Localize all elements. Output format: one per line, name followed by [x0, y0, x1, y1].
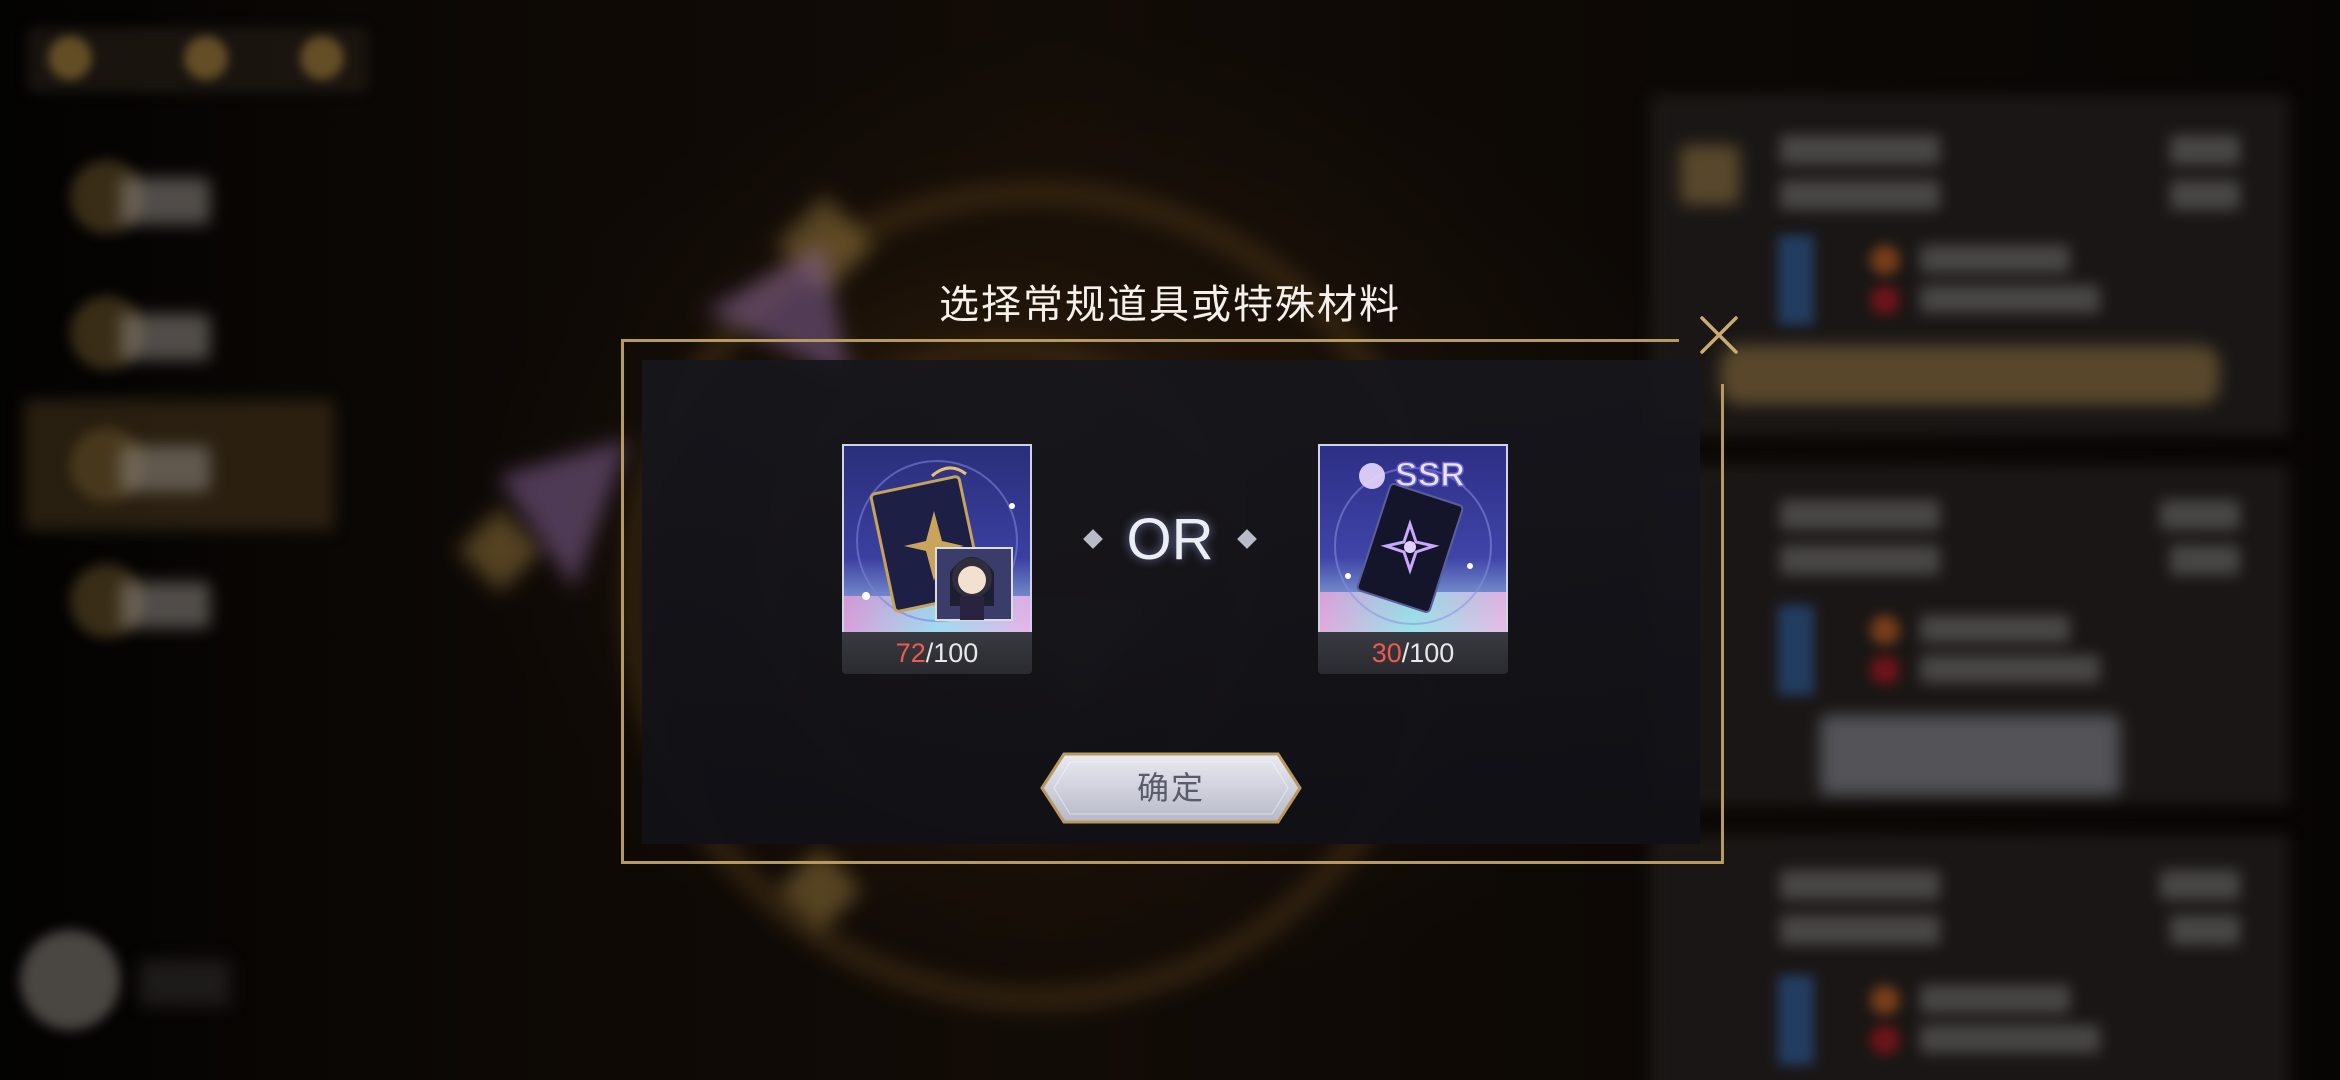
regular-item-card[interactable]: 72/100 — [842, 444, 1032, 676]
special-material-card[interactable]: SSR 30/100 — [1318, 444, 1508, 676]
ssr-badge-text: SSR — [1395, 456, 1465, 494]
dialog-frame-bottom — [621, 861, 1724, 864]
or-separator: OR — [1080, 506, 1260, 572]
regular-item-count: 72/100 — [842, 632, 1032, 674]
close-button[interactable] — [1696, 312, 1742, 358]
regular-item-image — [842, 444, 1032, 634]
confirm-label: 确定 — [1136, 769, 1205, 807]
special-material-total: /100 — [1401, 638, 1455, 668]
close-icon — [1700, 316, 1738, 354]
dialog-frame-right — [1721, 384, 1724, 864]
regular-item-total: /100 — [925, 638, 979, 668]
special-material-count: 30/100 — [1318, 632, 1508, 674]
special-material-current: 30 — [1371, 638, 1402, 668]
or-label: OR — [1126, 507, 1214, 572]
dialog-title: 选择常规道具或特殊材料 — [939, 282, 1401, 328]
dialog-frame-left — [621, 339, 624, 864]
dialog-frame-top — [621, 339, 1679, 342]
confirm-button[interactable]: 确定 — [1034, 750, 1308, 826]
special-material-image: SSR — [1318, 444, 1508, 634]
regular-item-current: 72 — [895, 638, 926, 668]
